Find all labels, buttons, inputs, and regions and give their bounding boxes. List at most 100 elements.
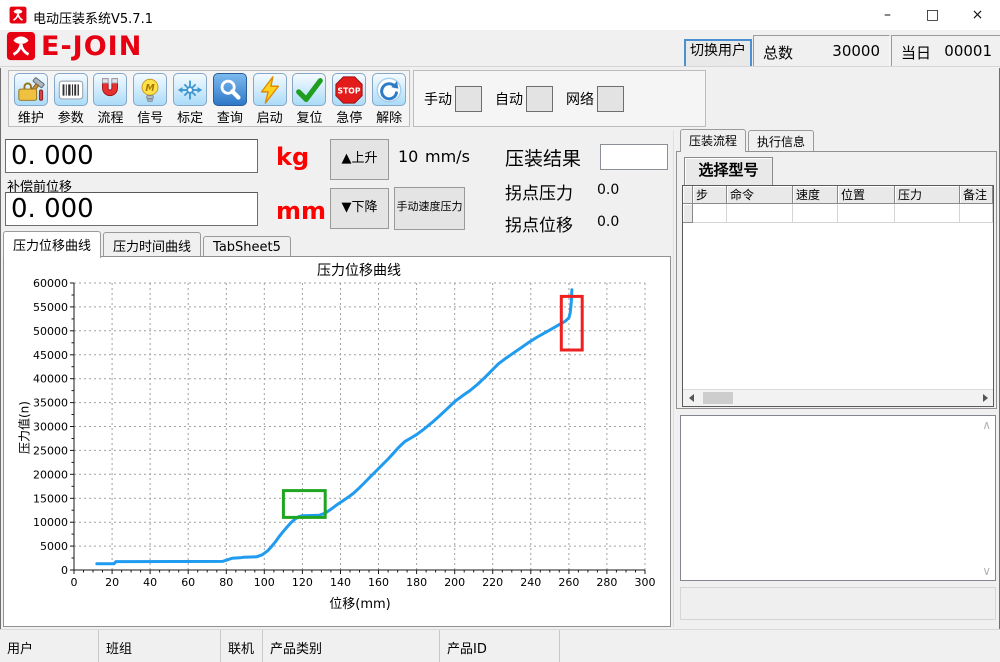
toolbar-button-estop[interactable]: STOP急停	[329, 73, 369, 126]
svg-text:20: 20	[105, 576, 119, 589]
toolbar-button-label: 查询	[217, 107, 243, 126]
right-tab-0[interactable]: 压装流程	[680, 129, 746, 152]
svg-text:220: 220	[482, 576, 503, 589]
toolbar-button-reset[interactable]: 复位	[290, 73, 330, 126]
select-model-button[interactable]: 选择型号	[684, 157, 773, 186]
toolbar-button-params[interactable]: 参数	[51, 73, 91, 126]
right-tab-bar: 压装流程执行信息	[680, 131, 816, 151]
grid-cell[interactable]	[960, 204, 993, 223]
speed-unit-label: mm/s	[425, 147, 470, 166]
chart-tab-2[interactable]: TabSheet5	[203, 236, 291, 257]
svg-text:10000: 10000	[33, 516, 68, 529]
grid-cell[interactable]	[693, 204, 727, 223]
mode-label-auto: 自动	[495, 89, 523, 109]
scrollbar-thumb[interactable]	[703, 392, 733, 404]
grid-column-header: 步	[693, 186, 727, 204]
toolbar-button-label: 启动	[257, 107, 283, 126]
scroll-down-chevron-icon[interactable]: ∨	[982, 566, 991, 576]
status-section-5	[560, 630, 1000, 662]
mode-indicators: 手动自动网络	[413, 70, 706, 127]
press-result-field[interactable]	[600, 144, 668, 170]
brand-seal-icon	[6, 31, 36, 61]
pressure-displacement-chart: 0204060801001201401601802002202402602803…	[4, 257, 670, 626]
bottom-spacer-panel	[680, 587, 996, 620]
press-flow-page: 选择型号 步命令速度位置压力备注	[676, 151, 997, 409]
toolbar-button-label: 解除	[376, 107, 402, 126]
search-icon	[213, 73, 247, 106]
chart-tab-0[interactable]: 压力位移曲线	[3, 231, 101, 258]
svg-text:300: 300	[635, 576, 656, 589]
toolbar-button-release[interactable]: 解除	[369, 73, 409, 126]
toolbar-button-query[interactable]: 查询	[210, 73, 250, 126]
toolbar-button-start[interactable]: 启动	[250, 73, 290, 126]
svg-text:100: 100	[254, 576, 275, 589]
flow-steps-grid[interactable]: 步命令速度位置压力备注	[682, 185, 994, 407]
status-bar: 用户班组联机产品类别产品ID	[0, 629, 1000, 662]
total-count-value: 30000	[832, 42, 880, 60]
grid-column-header: 速度	[793, 186, 838, 204]
grid-column-header: 压力	[895, 186, 960, 204]
app-window: 电动压装系统V5.7.1 – □ × E-JOIN 切换用户 总数 30000 …	[0, 0, 1000, 661]
app-icon	[9, 6, 27, 24]
grid-cell[interactable]	[838, 204, 895, 223]
status-section-0: 用户	[0, 630, 99, 662]
minimize-button[interactable]: –	[865, 0, 910, 30]
svg-text:120: 120	[292, 576, 313, 589]
barcode-icon	[54, 73, 88, 106]
switch-user-button[interactable]: 切换用户	[684, 39, 752, 68]
grid-cell[interactable]	[895, 204, 960, 223]
knee-force-label: 拐点压力	[505, 179, 573, 204]
window-title: 电动压装系统V5.7.1	[33, 8, 153, 27]
chart-tab-bar: 压力位移曲线压力时间曲线TabSheet5	[3, 234, 293, 257]
svg-text:30000: 30000	[33, 421, 68, 434]
scroll-right-arrow-icon[interactable]	[977, 390, 993, 406]
grid-cell[interactable]	[727, 204, 793, 223]
mode-indicator-manual[interactable]	[455, 86, 482, 112]
toolbar-button-maintain[interactable]: 维护	[11, 73, 51, 126]
force-readout-field[interactable]: 0. 000	[5, 139, 258, 173]
scroll-left-arrow-icon[interactable]	[683, 390, 699, 406]
grid-row-indicator[interactable]	[683, 204, 693, 223]
svg-text:35000: 35000	[33, 397, 68, 410]
today-count-label: 当日	[901, 42, 931, 63]
svg-text:160: 160	[368, 576, 389, 589]
jog-up-button[interactable]: ▲上升	[330, 139, 389, 180]
svg-text:60000: 60000	[33, 277, 68, 290]
scroll-up-chevron-icon[interactable]: ∧	[982, 420, 991, 430]
total-count-panel: 总数 30000	[753, 35, 890, 67]
toolbar-button-signal[interactable]: M信号	[130, 73, 170, 126]
svg-text:180: 180	[406, 576, 427, 589]
svg-text:40: 40	[143, 576, 157, 589]
status-section-1: 班组	[99, 630, 221, 662]
today-count-value: 00001	[944, 42, 992, 60]
mode-indicator-network[interactable]	[597, 86, 624, 112]
pane-divider	[673, 130, 675, 627]
grid-column-header: 备注	[960, 186, 993, 204]
jog-down-button[interactable]: ▼下降	[330, 188, 389, 229]
message-memo-box[interactable]: ∧ ∨	[680, 415, 996, 581]
press-result-label: 压装结果	[505, 144, 581, 171]
grid-header-row: 步命令速度位置压力备注	[683, 186, 993, 204]
svg-text:25000: 25000	[33, 444, 68, 457]
brand-logo-text: E-JOIN	[41, 31, 142, 62]
mode-label-manual: 手动	[424, 89, 452, 109]
chart-tab-1[interactable]: 压力时间曲线	[103, 232, 201, 257]
manual-speed-pressure-button[interactable]: 手动速度压力	[394, 187, 465, 230]
maximize-button[interactable]: □	[910, 0, 955, 30]
svg-text:280: 280	[596, 576, 617, 589]
status-section-3: 产品类别	[263, 630, 440, 662]
svg-text:60: 60	[181, 576, 195, 589]
grid-horizontal-scrollbar[interactable]	[683, 389, 993, 406]
toolbar-button-calibrate[interactable]: 标定	[170, 73, 210, 126]
svg-text:55000: 55000	[33, 301, 68, 314]
grid-empty-row[interactable]	[683, 204, 993, 223]
mode-indicator-auto[interactable]	[526, 86, 553, 112]
toolbar-button-process[interactable]: 流程	[91, 73, 131, 126]
lightning-icon	[253, 73, 287, 106]
toolbar-button-label: 标定	[177, 107, 203, 126]
grid-cell[interactable]	[793, 204, 838, 223]
toolbar-buttons: 维护参数流程M信号标定查询启动复位STOP急停解除	[8, 70, 410, 127]
right-tab-1[interactable]: 执行信息	[748, 130, 814, 151]
displacement-readout-field[interactable]: 0. 000	[5, 192, 258, 226]
close-button[interactable]: ×	[955, 0, 1000, 30]
